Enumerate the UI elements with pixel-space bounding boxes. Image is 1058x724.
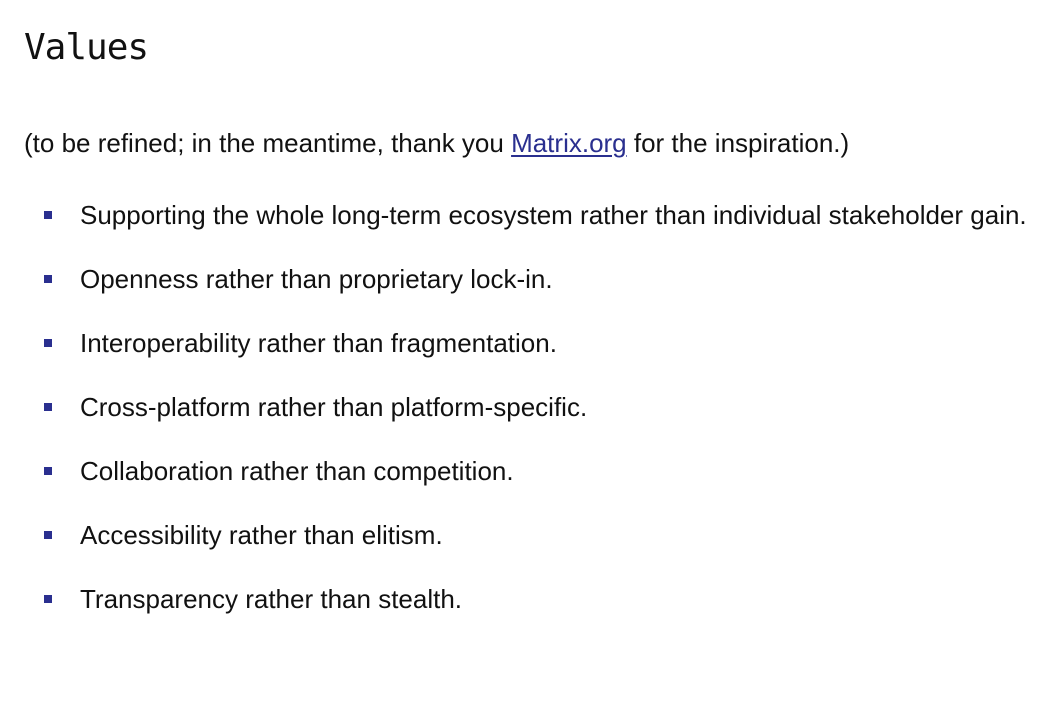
square-bullet-icon — [44, 531, 52, 539]
square-bullet-icon — [44, 595, 52, 603]
values-list: Supporting the whole long-term ecosystem… — [24, 190, 1034, 624]
list-item-text: Interoperability rather than fragmentati… — [80, 328, 557, 358]
list-item: Supporting the whole long-term ecosystem… — [24, 190, 1034, 240]
values-section: Values (to be refined; in the meantime, … — [0, 0, 1058, 724]
square-bullet-icon — [44, 211, 52, 219]
list-item: Transparency rather than stealth. — [24, 574, 1034, 624]
intro-text-after: for the inspiration.) — [626, 128, 850, 158]
list-item: Openness rather than proprietary lock-in… — [24, 254, 1034, 304]
list-item: Collaboration rather than competition. — [24, 446, 1034, 496]
list-item: Interoperability rather than fragmentati… — [24, 318, 1034, 368]
square-bullet-icon — [44, 403, 52, 411]
list-item-text: Accessibility rather than elitism. — [80, 520, 443, 550]
list-item-text: Supporting the whole long-term ecosystem… — [80, 200, 1027, 230]
list-item-text: Collaboration rather than competition. — [80, 456, 514, 486]
square-bullet-icon — [44, 275, 52, 283]
list-item-text: Openness rather than proprietary lock-in… — [80, 264, 553, 294]
square-bullet-icon — [44, 339, 52, 347]
section-title: Values — [24, 27, 149, 68]
square-bullet-icon — [44, 467, 52, 475]
intro-text-before: (to be refined; in the meantime, thank y… — [24, 128, 512, 158]
list-item-text: Cross-platform rather than platform-spec… — [80, 392, 588, 422]
list-item: Accessibility rather than elitism. — [24, 510, 1034, 560]
list-item: Cross-platform rather than platform-spec… — [24, 382, 1034, 432]
intro-paragraph: (to be refined; in the meantime, thank y… — [24, 126, 1034, 160]
list-item-text: Transparency rather than stealth. — [80, 584, 463, 614]
matrix-org-link[interactable]: Matrix.org — [511, 128, 627, 158]
